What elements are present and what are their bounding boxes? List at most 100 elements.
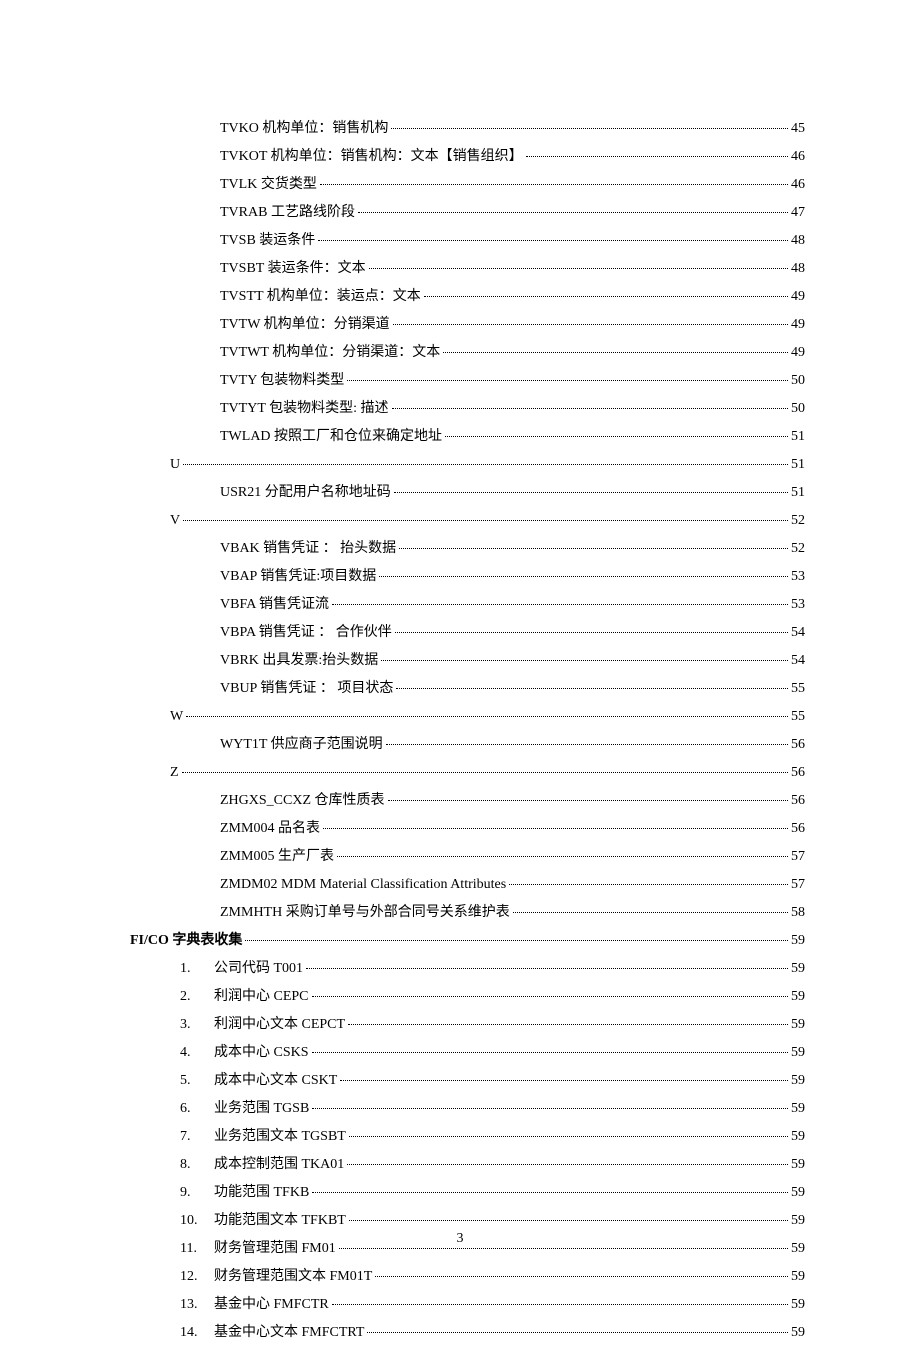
toc-label: 利润中心 CEPC xyxy=(214,983,309,1011)
toc-entry[interactable]: TVTY 包装物料类型 50 xyxy=(130,367,805,395)
toc-label: ZMM004 品名表 xyxy=(220,815,320,843)
toc-entry[interactable]: ZHGXS_CCXZ 仓库性质表56 xyxy=(130,787,805,815)
document-page: TVKO 机构单位：销售机构45TVKOT 机构单位：销售机构：文本【销售组织】… xyxy=(0,0,920,1302)
toc-entry[interactable]: VBAP 销售凭证:项目数据53 xyxy=(130,563,805,591)
toc-entry[interactable]: 3.利润中心文本 CEPCT59 xyxy=(130,1011,805,1039)
toc-page-ref: 50 xyxy=(791,367,805,395)
toc-entry[interactable]: WYT1T 供应商子范围说明56 xyxy=(130,731,805,759)
toc-marker: 12. xyxy=(180,1263,214,1291)
toc-leader-dots xyxy=(312,996,788,997)
toc-entry[interactable]: TVKOT 机构单位：销售机构：文本【销售组织】 46 xyxy=(130,143,805,171)
toc-entry[interactable]: ZMDM02 MDM Material Classification Attri… xyxy=(130,871,805,899)
toc-entry[interactable]: FI/CO 字典表收集59 xyxy=(130,927,805,955)
toc-page-ref: 49 xyxy=(791,339,805,367)
toc-marker: 3. xyxy=(180,1011,214,1039)
toc-label: 成本中心文本 CSKT xyxy=(214,1067,337,1095)
toc-entry[interactable]: 5.成本中心文本 CSKT59 xyxy=(130,1067,805,1095)
toc-entry[interactable]: TVKO 机构单位：销售机构45 xyxy=(130,115,805,143)
toc-entry[interactable]: VBRK 出具发票:抬头数据54 xyxy=(130,647,805,675)
toc-label: TWLAD 按照工厂和仓位来确定地址 xyxy=(220,423,442,451)
toc-page-ref: 59 xyxy=(791,955,805,983)
toc-entry[interactable]: 7.业务范围文本 TGSBT59 xyxy=(130,1123,805,1151)
toc-entry[interactable]: 6.业务范围 TGSB59 xyxy=(130,1095,805,1123)
toc-leader-dots xyxy=(332,604,788,605)
toc-leader-dots xyxy=(358,212,788,213)
toc-leader-dots xyxy=(396,688,788,689)
toc-entry[interactable]: 8.成本控制范围 TKA0159 xyxy=(130,1151,805,1179)
toc-page-ref: 52 xyxy=(791,535,805,563)
toc-entry[interactable]: Z56 xyxy=(130,759,805,787)
toc-page-ref: 56 xyxy=(791,815,805,843)
toc-page-ref: 59 xyxy=(791,983,805,1011)
toc-entry[interactable]: 13.基金中心 FMFCTR59 xyxy=(130,1291,805,1319)
toc-entry[interactable]: 4.成本中心 CSKS59 xyxy=(130,1039,805,1067)
toc-page-ref: 59 xyxy=(791,1319,805,1347)
toc-page-ref: 59 xyxy=(791,927,805,955)
toc-label: VBPA 销售凭证 ： 合作伙伴 xyxy=(220,619,392,647)
toc-marker: 1. xyxy=(180,955,214,983)
toc-entry[interactable]: TVTW 机构单位：分销渠道49 xyxy=(130,311,805,339)
toc-entry[interactable]: ZMM004 品名表 56 xyxy=(130,815,805,843)
toc-label: VBFA 销售凭证流 xyxy=(220,591,329,619)
toc-entry[interactable]: 9.功能范围 TFKB59 xyxy=(130,1179,805,1207)
toc-entry[interactable]: TVLK 交货类型46 xyxy=(130,171,805,199)
toc-leader-dots xyxy=(312,1108,788,1109)
toc-leader-dots xyxy=(186,716,788,717)
toc-label: ZMM005 生产厂表 xyxy=(220,843,334,871)
toc-leader-dots xyxy=(392,408,788,409)
toc-label: TVTY 包装物料类型 xyxy=(220,367,344,395)
toc-page-ref: 56 xyxy=(791,759,805,787)
toc-entry[interactable]: VBFA 销售凭证流53 xyxy=(130,591,805,619)
toc-leader-dots xyxy=(443,352,788,353)
toc-label: TVKOT 机构单位：销售机构：文本【销售组织】 xyxy=(220,143,523,171)
toc-label: TVKO 机构单位：销售机构 xyxy=(220,115,388,143)
toc-entry[interactable]: ZMM005 生产厂表57 xyxy=(130,843,805,871)
toc-marker: 14. xyxy=(180,1319,214,1347)
toc-page-ref: 51 xyxy=(791,479,805,507)
toc-label: U xyxy=(170,451,180,479)
toc-entry[interactable]: USR21 分配用户名称地址码51 xyxy=(130,479,805,507)
toc-label: 业务范围 TGSB xyxy=(214,1095,309,1123)
toc-marker: 4. xyxy=(180,1039,214,1067)
toc-label: VBAP 销售凭证:项目数据 xyxy=(220,563,376,591)
toc-label: 成本中心 CSKS xyxy=(214,1039,309,1067)
toc-label: 利润中心文本 CEPCT xyxy=(214,1011,345,1039)
toc-leader-dots xyxy=(509,884,788,885)
toc-page-ref: 46 xyxy=(791,143,805,171)
toc-entry[interactable]: TWLAD 按照工厂和仓位来确定地址51 xyxy=(130,423,805,451)
toc-entry[interactable]: ZMMHTH 采购订单号与外部合同号关系维护表58 xyxy=(130,899,805,927)
toc-entry[interactable]: W55 xyxy=(130,703,805,731)
toc-leader-dots xyxy=(320,184,788,185)
toc-label: V xyxy=(170,507,180,535)
toc-page-ref: 59 xyxy=(791,1291,805,1319)
toc-page-ref: 55 xyxy=(791,675,805,703)
toc-page-ref: 59 xyxy=(791,1067,805,1095)
toc-page-ref: 52 xyxy=(791,507,805,535)
toc-leader-dots xyxy=(526,156,788,157)
toc-entry[interactable]: 1.公司代码 T00159 xyxy=(130,955,805,983)
toc-entry[interactable]: VBPA 销售凭证 ： 合作伙伴54 xyxy=(130,619,805,647)
toc-entry[interactable]: U51 xyxy=(130,451,805,479)
toc-label: W xyxy=(170,703,183,731)
toc-entry[interactable]: VBAK 销售凭证 ： 抬头数据52 xyxy=(130,535,805,563)
toc-entry[interactable]: TVSBT 装运条件：文本48 xyxy=(130,255,805,283)
toc-page-ref: 56 xyxy=(791,787,805,815)
toc-entry[interactable]: V 52 xyxy=(130,507,805,535)
toc-page-ref: 59 xyxy=(791,1095,805,1123)
toc-entry[interactable]: VBUP 销售凭证 ： 项目状态55 xyxy=(130,675,805,703)
toc-label: TVSBT 装运条件：文本 xyxy=(220,255,366,283)
toc-entry[interactable]: TVSTT 机构单位：装运点：文本49 xyxy=(130,283,805,311)
toc-entry[interactable]: TVRAB 工艺路线阶段47 xyxy=(130,199,805,227)
toc-leader-dots xyxy=(332,1304,788,1305)
toc-label: 功能范围 TFKB xyxy=(214,1179,309,1207)
toc-entry[interactable]: TVSB 装运条件48 xyxy=(130,227,805,255)
toc-entry[interactable]: 12.财务管理范围文本 FM01T59 xyxy=(130,1263,805,1291)
toc-leader-dots xyxy=(347,1164,788,1165)
toc-leader-dots xyxy=(182,772,788,773)
toc-entry[interactable]: TVTWT 机构单位：分销渠道：文本49 xyxy=(130,339,805,367)
toc-page-ref: 46 xyxy=(791,171,805,199)
toc-entry[interactable]: 14.基金中心文本 FMFCTRT59 xyxy=(130,1319,805,1347)
toc-entry[interactable]: 2.利润中心 CEPC59 xyxy=(130,983,805,1011)
toc-label: TVSTT 机构单位：装运点：文本 xyxy=(220,283,421,311)
toc-entry[interactable]: TVTYT 包装物料类型: 描述50 xyxy=(130,395,805,423)
